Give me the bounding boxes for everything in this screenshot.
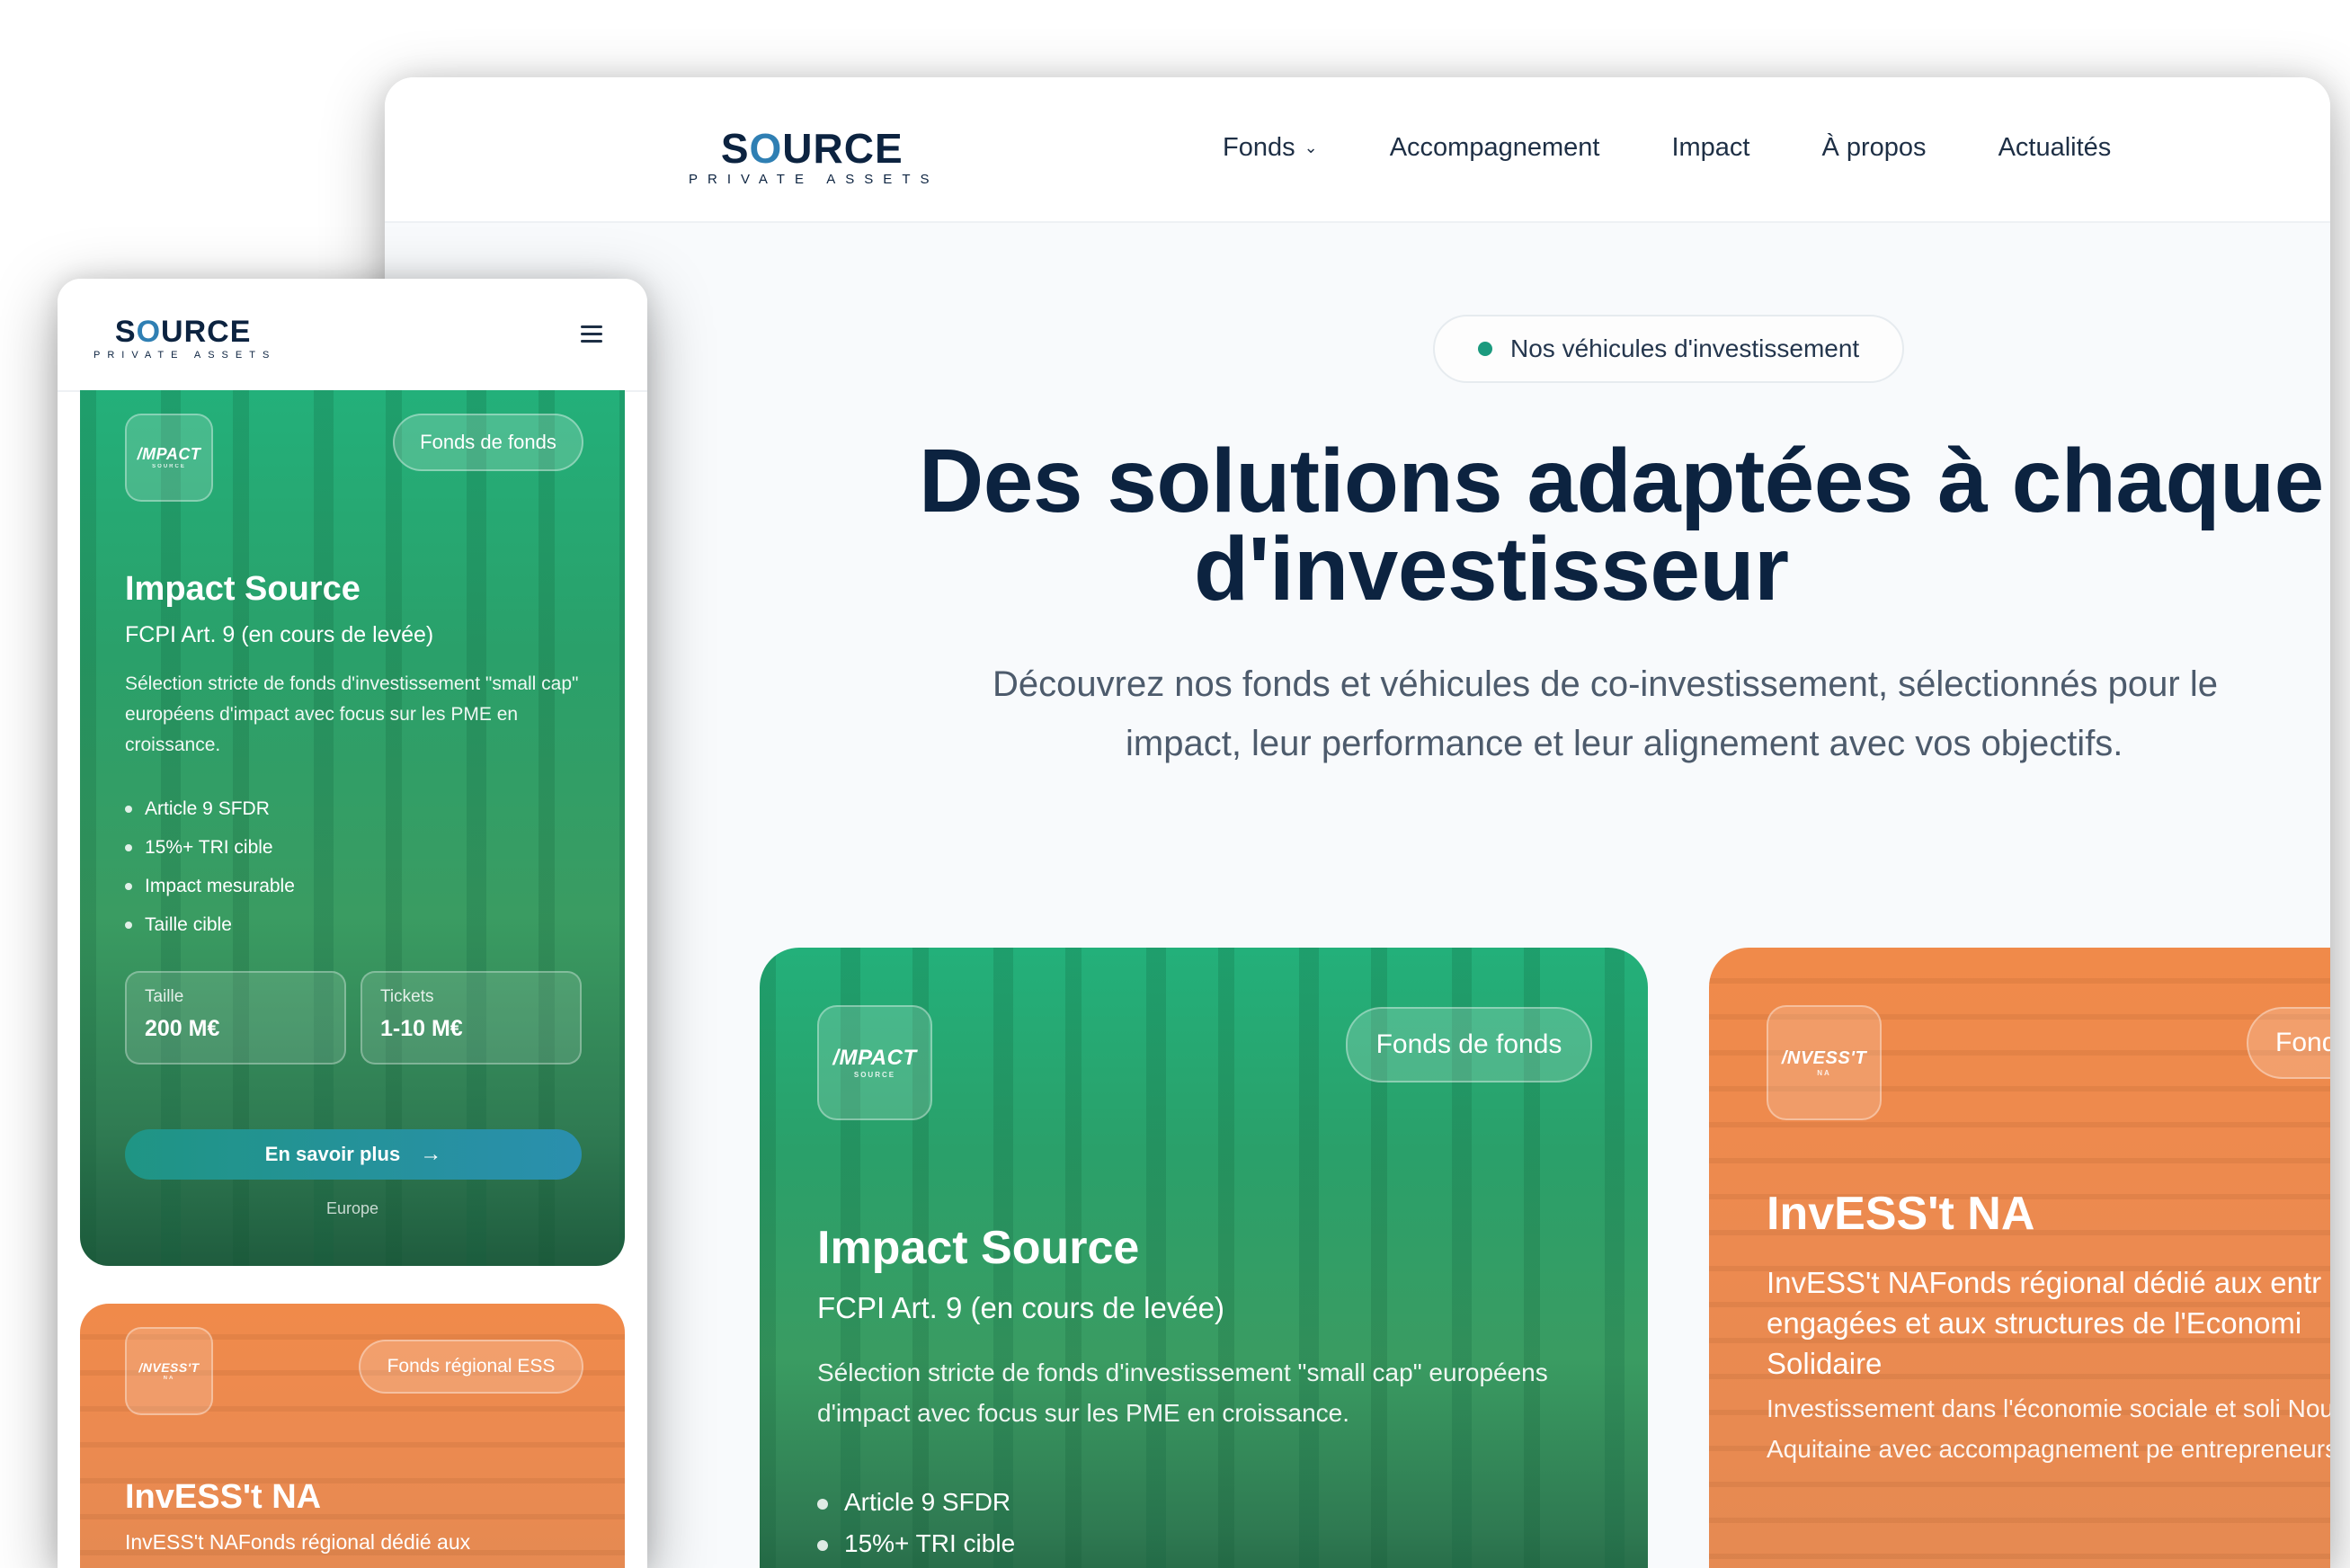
nav-item-impact[interactable]: Impact: [1671, 133, 1749, 163]
feature-item: Impact mesurable: [125, 867, 295, 905]
logo-tagline: PRIVATE ASSETS: [689, 172, 939, 187]
feature-item: Article 9 SFDR: [125, 789, 295, 828]
fund-title: Impact Source: [125, 570, 361, 608]
fund-type-tag: Fonds régional ESS: [359, 1340, 583, 1394]
brand-logo[interactable]: SOURCE PRIVATE ASSETS: [685, 128, 939, 186]
stat-size: Taille 200 M€: [125, 971, 346, 1065]
stat-tickets: Tickets 1-10 M€: [361, 971, 582, 1065]
impact-source-logo: /MPACT SOURCE: [817, 1005, 932, 1120]
learn-more-button[interactable]: En savoir plus →: [125, 1129, 582, 1180]
fund-card-invesst-na[interactable]: /NVESS'T NA Fonds régional ESS InvESS't …: [80, 1304, 625, 1568]
fund-region: Europe: [325, 1199, 379, 1217]
hamburger-icon[interactable]: [581, 325, 602, 343]
invesst-logo: /NVESS'T NA: [125, 1327, 213, 1415]
fund-type-tag: Fonds de fonds: [393, 414, 583, 471]
fund-description: Sélection stricte de fonds d'investissem…: [817, 1359, 1548, 1427]
fund-type-tag: Fond: [2247, 1007, 2330, 1079]
fund-description: Investissement dans l'économie sociale e…: [1767, 1394, 2330, 1463]
fund-card-invesst-na[interactable]: /NVESS'T NA Fond InvESS't NA InvESS't NA…: [1709, 948, 2330, 1568]
fund-subtitle: FCPI Art. 9 (en cours de levée): [817, 1291, 1225, 1324]
fund-title: InvESS't NA: [1767, 1188, 2035, 1240]
mobile-window: SOURCE PRIVATE ASSETS /MPACT SOURCE Fond…: [58, 279, 647, 1568]
nav-item-accompagnement[interactable]: Accompagnement: [1390, 133, 1600, 163]
section-pill: Nos véhicules d'investissement: [1433, 315, 1905, 383]
chevron-down-icon: ⌄: [1304, 138, 1318, 156]
mobile-header: SOURCE PRIVATE ASSETS: [58, 279, 647, 392]
logo-tagline: PRIVATE ASSETS: [93, 350, 277, 361]
nav-item-fonds[interactable]: Fonds ⌄: [1223, 133, 1318, 163]
logo-wordmark: SOURCE: [114, 315, 252, 349]
main-nav: Fonds ⌄ Accompagnement Impact À propos A…: [1223, 133, 2183, 163]
nav-item-actualites[interactable]: Actualités: [1998, 133, 2112, 163]
arrow-right-icon: →: [420, 1142, 442, 1166]
feature-item: 15%+ TRI cible: [125, 828, 295, 867]
fund-features: Article 9 SFDR 15%+ TRI cible: [817, 1482, 1015, 1564]
desktop-header: SOURCE PRIVATE ASSETS Fonds ⌄ Accompagne…: [385, 77, 2330, 223]
impact-source-logo: /MPACT SOURCE: [125, 414, 213, 502]
hero-title: Des solutions adaptées à chaque p d'inve…: [919, 431, 2330, 619]
pill-dot-icon: [1478, 342, 1492, 356]
feature-item: Taille cible: [125, 905, 295, 944]
fund-card-impact-source[interactable]: /MPACT SOURCE Fonds de fonds Impact Sour…: [80, 390, 625, 1266]
brand-logo[interactable]: SOURCE PRIVATE ASSETS: [90, 316, 276, 361]
fund-title: Impact Source: [817, 1222, 1140, 1274]
logo-wordmark: SOURCE: [720, 125, 904, 172]
fund-card-impact-source[interactable]: /MPACT SOURCE Fonds de fonds Impact Sour…: [760, 948, 1648, 1568]
fund-features: Article 9 SFDR 15%+ TRI cible Impact mes…: [125, 789, 295, 944]
feature-item: Article 9 SFDR: [817, 1482, 1015, 1523]
desktop-window: SOURCE PRIVATE ASSETS Fonds ⌄ Accompagne…: [385, 77, 2330, 1568]
nav-item-a-propos[interactable]: À propos: [1821, 133, 1926, 163]
fund-type-tag: Fonds de fonds: [1346, 1007, 1592, 1082]
feature-item: 15%+ TRI cible: [817, 1523, 1015, 1564]
fund-description: Sélection stricte de fonds d'investissem…: [125, 673, 579, 755]
invesst-logo: /NVESS'T NA: [1767, 1005, 1882, 1120]
fund-title: InvESS't NA: [125, 1478, 322, 1516]
fund-subtitle: FCPI Art. 9 (en cours de levée): [125, 622, 434, 647]
fund-subtitle: InvESS't NAFonds régional dédié aux: [125, 1530, 471, 1554]
fund-subtitle: InvESS't NAFonds régional dédié aux entr…: [1767, 1266, 2322, 1380]
